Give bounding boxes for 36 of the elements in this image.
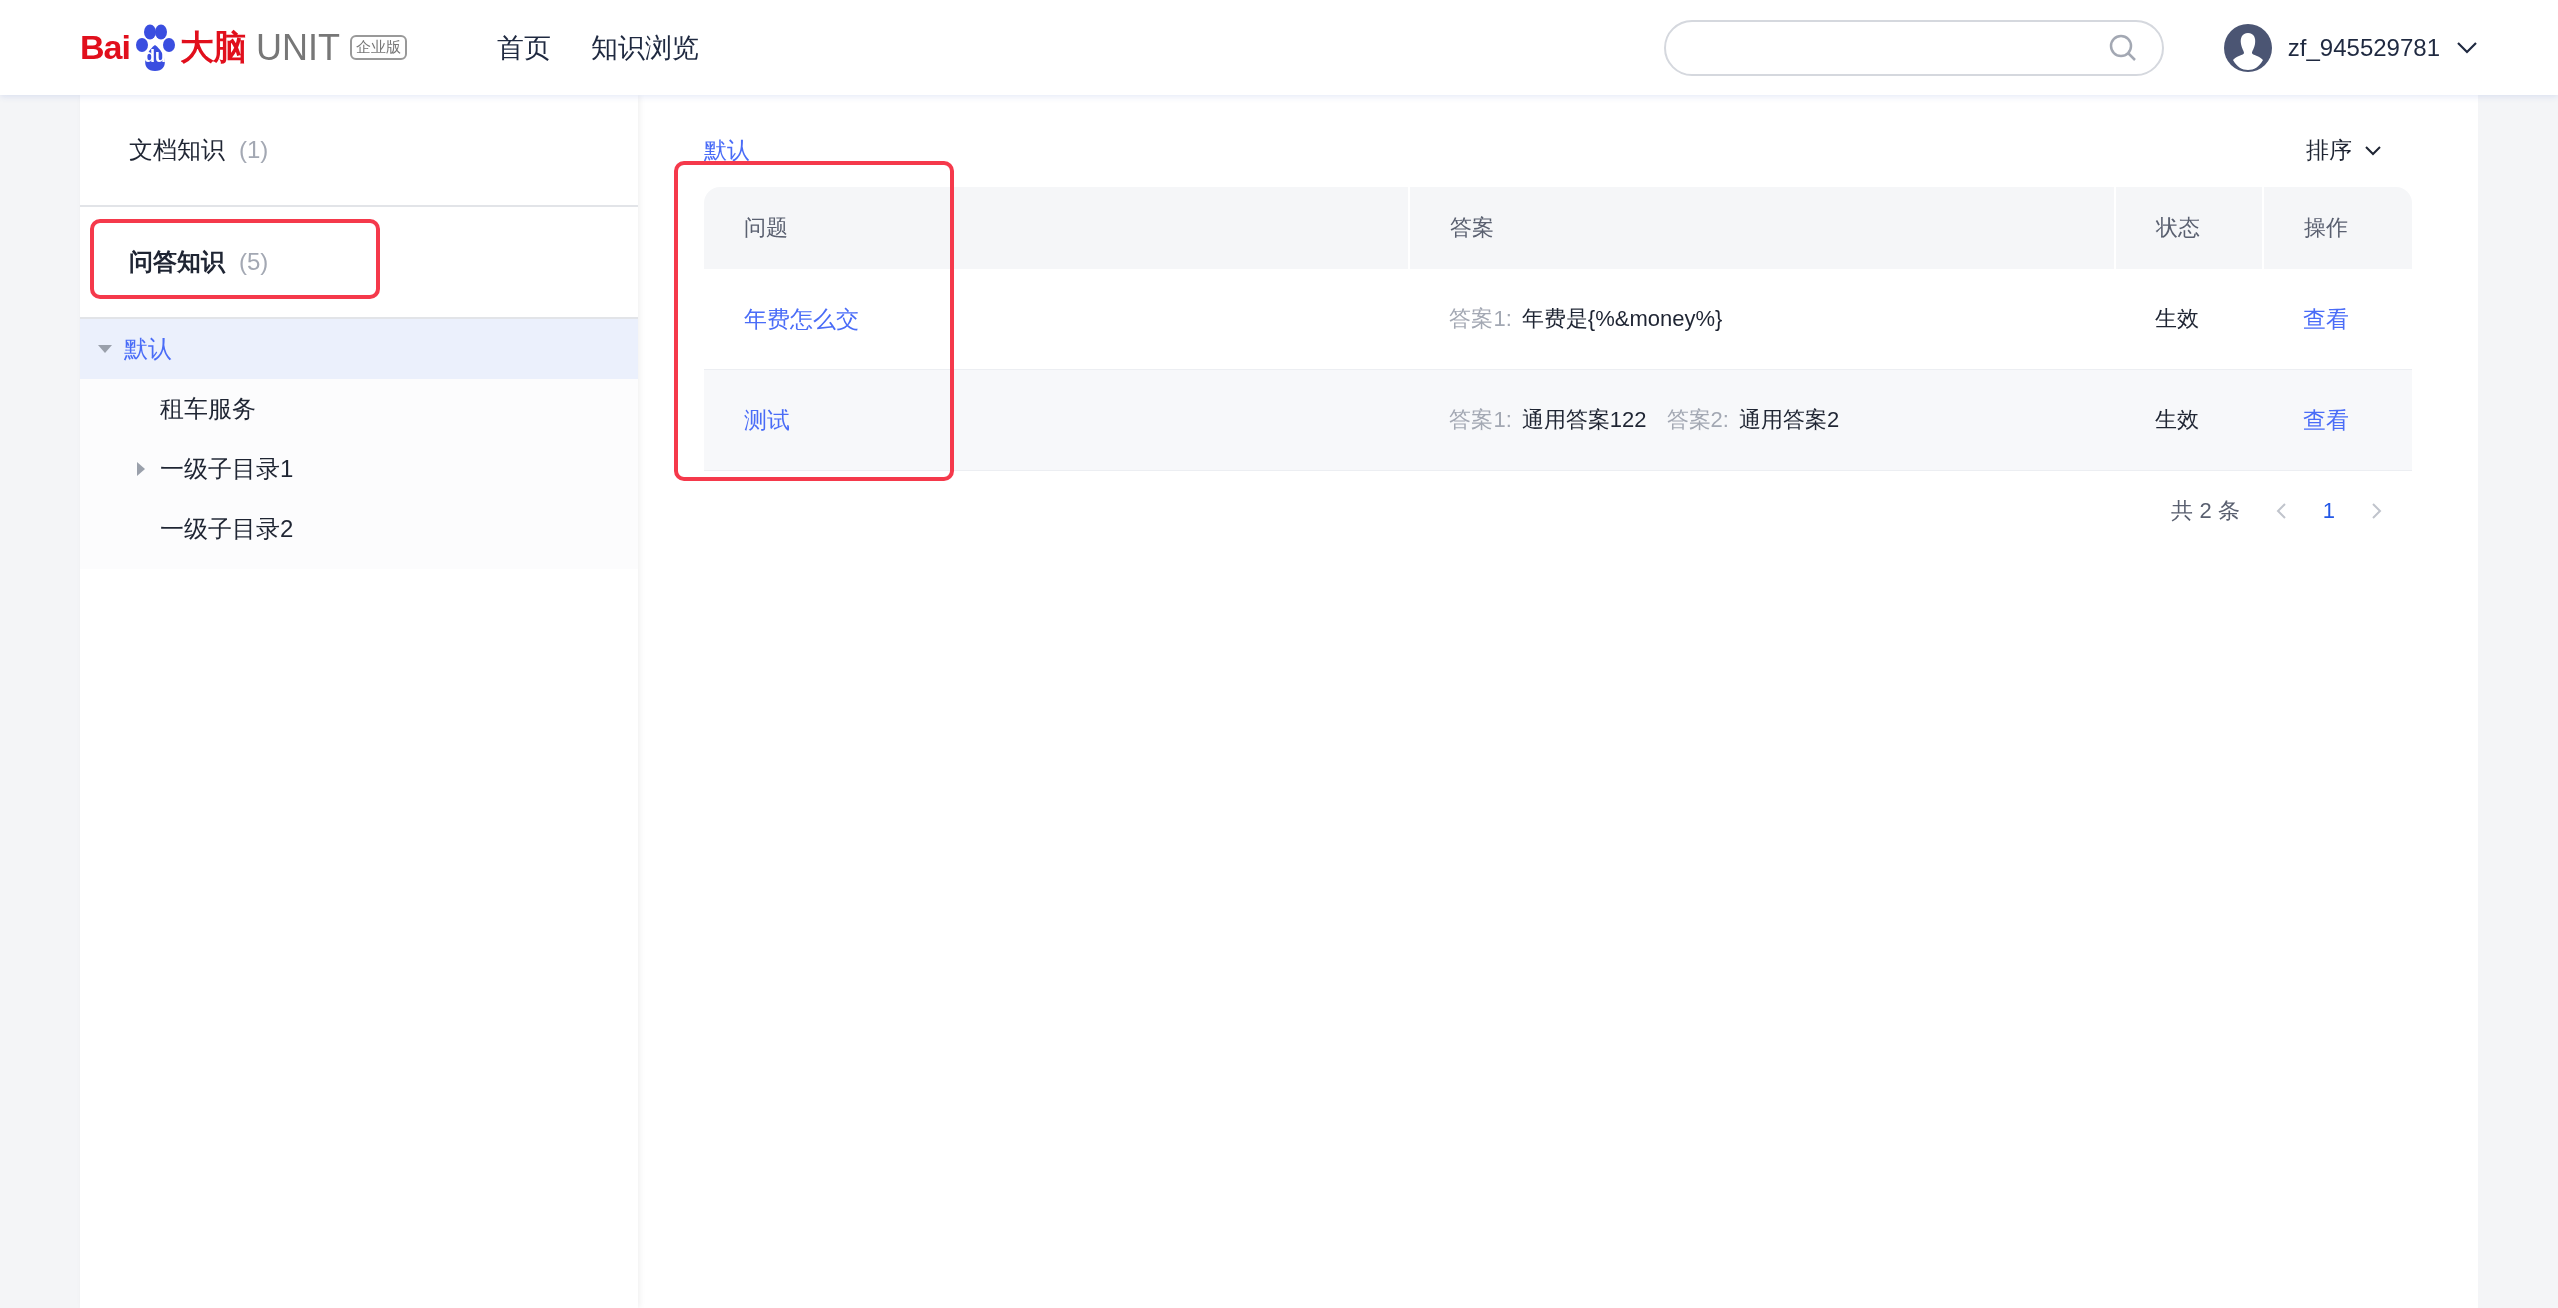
avatar-icon[interactable] bbox=[2223, 23, 2272, 72]
sort-dropdown[interactable]: 排序 bbox=[2306, 134, 2382, 166]
status-cell: 生效 bbox=[2114, 369, 2264, 471]
username[interactable]: zf_945529781 bbox=[2287, 33, 2440, 62]
status-cell: 生效 bbox=[2114, 269, 2264, 370]
chevron-left-icon[interactable] bbox=[2275, 503, 2287, 519]
answer-text: 答案1: 年费是{%&money%} bbox=[1449, 306, 1723, 331]
total-count: 共 2 条 bbox=[2171, 497, 2240, 525]
question-link[interactable]: 测试 bbox=[744, 406, 790, 433]
chevron-down-icon[interactable] bbox=[2456, 41, 2478, 54]
nav-link[interactable]: 知识浏览 bbox=[590, 29, 699, 66]
column-header: 操作 bbox=[2263, 187, 2412, 269]
chevron-right-icon[interactable] bbox=[2371, 503, 2382, 519]
tree-item[interactable]: 一级子目录2 bbox=[80, 499, 638, 559]
view-link[interactable]: 查看 bbox=[2303, 305, 2350, 332]
answer-text: 答案1: 通用答案122 bbox=[1449, 407, 1647, 432]
caret-down-icon[interactable] bbox=[98, 345, 112, 353]
edition-badge: 企业版 bbox=[349, 35, 407, 60]
answer-text: 答案2: 通用答案2 bbox=[1666, 407, 1840, 432]
search-icon[interactable] bbox=[2107, 32, 2138, 63]
chevron-down-icon bbox=[2364, 144, 2382, 156]
product-name: UNIT bbox=[255, 26, 340, 69]
brand-text: Bai bbox=[80, 28, 130, 67]
column-header: 答案 bbox=[1409, 187, 2115, 269]
tree-item[interactable]: 租车服务 bbox=[80, 379, 638, 439]
tree-item[interactable]: 一级子目录1 bbox=[80, 439, 638, 499]
question-link[interactable]: 年费怎么交 bbox=[744, 305, 859, 332]
breadcrumb-link[interactable]: 默认 bbox=[704, 134, 750, 166]
page-link[interactable]: 1 bbox=[2322, 498, 2335, 524]
tree-item[interactable]: 默认 bbox=[80, 319, 638, 379]
view-link[interactable]: 查看 bbox=[2303, 406, 2350, 433]
column-header: 状态 bbox=[2114, 187, 2264, 269]
search-field[interactable] bbox=[1663, 19, 2164, 76]
caret-right-icon[interactable] bbox=[137, 462, 145, 476]
nav-link[interactable]: 首页 bbox=[496, 29, 551, 66]
brand-text: 大脑 bbox=[179, 26, 246, 68]
